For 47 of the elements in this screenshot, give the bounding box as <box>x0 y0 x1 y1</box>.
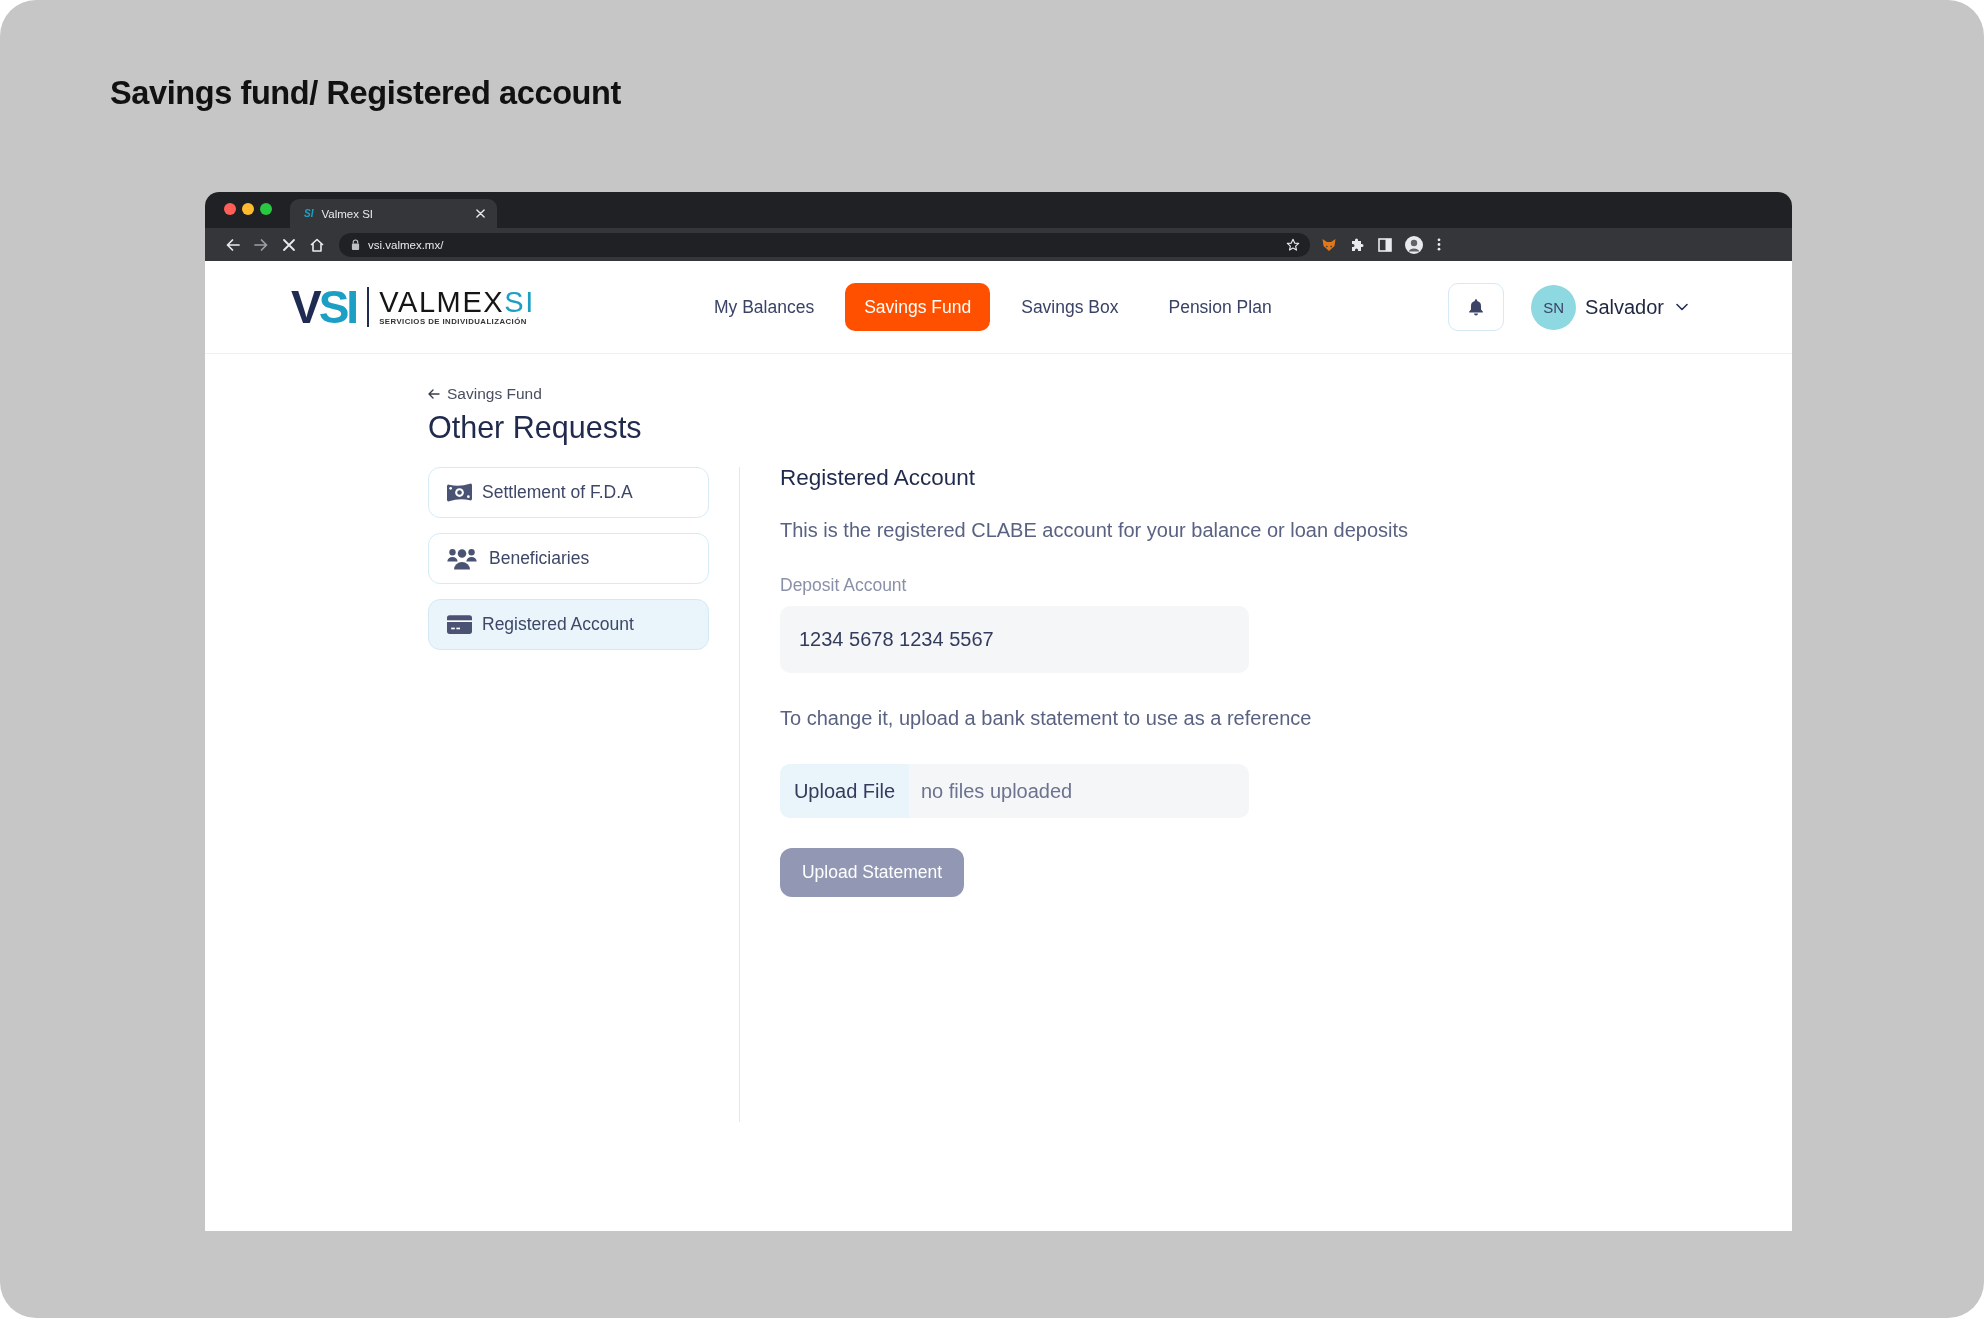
arrow-left-icon <box>428 389 440 399</box>
field-label: Deposit Account <box>780 574 907 596</box>
bell-icon <box>1468 298 1485 316</box>
file-status-text: no files uploaded <box>920 778 1073 804</box>
close-icon[interactable] <box>281 236 297 253</box>
chevron-down-icon[interactable] <box>1676 303 1688 311</box>
instruction-text: To change it, upload a bank statement to use as a reference <box>780 706 1312 731</box>
window-maximize-icon[interactable] <box>260 203 272 215</box>
page-title: Savings fund/ Registered account <box>110 74 621 113</box>
forward-arrow-icon[interactable] <box>253 236 269 253</box>
home-icon[interactable] <box>309 236 325 253</box>
nav-tab[interactable]: Savings Box <box>1002 283 1138 331</box>
url-text: vsi.valmex.mx/ <box>368 238 445 251</box>
address-bar[interactable]: vsi.valmex.mx/ <box>339 232 1310 257</box>
page-heading: Other Requests <box>428 409 642 445</box>
logo-mark: VSI <box>291 286 357 328</box>
credit-card-icon <box>447 615 472 634</box>
sidebar-item[interactable]: Beneficiaries <box>428 533 709 584</box>
back-link[interactable]: Savings Fund <box>428 384 542 404</box>
description-text: This is the registered CLABE account for your balance or loan deposits <box>780 518 1409 543</box>
banknote-icon <box>447 483 472 502</box>
puzzle-icon[interactable] <box>1349 236 1365 253</box>
deposit-account-field[interactable]: 1234 5678 1234 5567 <box>780 606 1249 673</box>
browser-tab[interactable]: SI Valmex SI <box>290 199 497 228</box>
notifications-button[interactable] <box>1448 283 1505 331</box>
sidebar-item[interactable]: Settlement of F.D.A <box>428 467 709 518</box>
user-name[interactable]: Salvador <box>1585 295 1664 319</box>
upload-file-button[interactable]: Upload File <box>780 764 909 818</box>
window-minimize-icon[interactable] <box>242 203 254 215</box>
people-group-icon <box>447 547 477 570</box>
lock-icon <box>351 239 360 250</box>
user-avatar[interactable]: SN <box>1531 284 1577 330</box>
nav-tab[interactable]: Pension Plan <box>1149 283 1291 331</box>
sidebar-item[interactable]: Registered Account <box>428 599 709 650</box>
back-arrow-icon[interactable] <box>225 236 241 253</box>
nav-tab[interactable]: My Balances <box>695 283 834 331</box>
close-icon[interactable] <box>476 209 485 218</box>
tab-title: Valmex SI <box>321 207 374 220</box>
logo-wordmark: VALMEXSI <box>379 287 535 317</box>
window-close-icon[interactable] <box>224 203 236 215</box>
profile-avatar-icon[interactable] <box>1405 235 1423 254</box>
tab-favicon: SI <box>304 207 314 220</box>
more-menu-icon[interactable] <box>1437 238 1441 251</box>
side-panel-icon[interactable] <box>1377 236 1393 253</box>
bookmark-star-icon[interactable] <box>1286 237 1300 252</box>
file-upload-field[interactable]: Upload File no files uploaded <box>780 764 1249 818</box>
section-title: Registered Account <box>780 464 976 492</box>
